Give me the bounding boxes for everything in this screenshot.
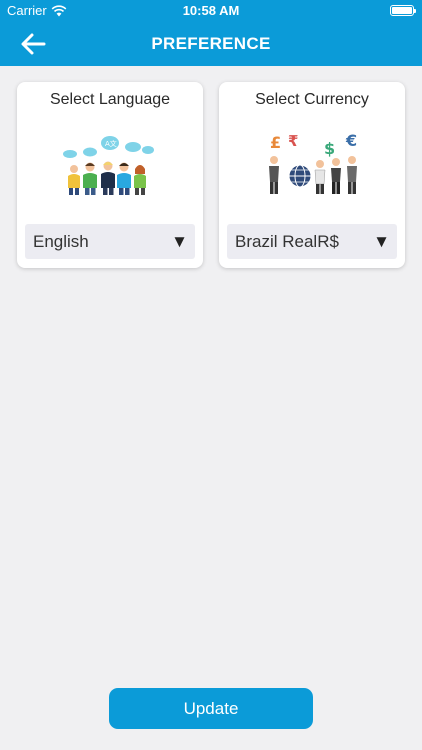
people-speaking-languages-illustration: A文 [63, 136, 154, 195]
status-bar: Carrier 10:58 AM [0, 0, 422, 22]
svg-text:€: € [345, 132, 357, 150]
currency-select-value: Brazil RealR$ [235, 232, 339, 251]
navbar: PREFERENCE [0, 22, 422, 66]
language-select[interactable]: English ▼ [25, 224, 195, 259]
caret-down-icon: ▼ [171, 232, 188, 251]
caret-down-icon: ▼ [373, 232, 390, 251]
language-select-value: English [33, 232, 89, 251]
svg-text:£: £ [270, 133, 281, 152]
currency-select[interactable]: Brazil RealR$ ▼ [227, 224, 397, 259]
currency-card-title: Select Currency [255, 91, 369, 108]
status-time: 10:58 AM [182, 3, 240, 18]
language-card: Select Language A文 English ▼ [17, 82, 203, 268]
currency-card: Select Currency £ ₹ $ € Brazil RealR$ ▼ [219, 82, 405, 268]
people-holding-currency-symbols-illustration: £ ₹ $ € [269, 132, 357, 194]
svg-text:A文: A文 [105, 139, 117, 148]
update-button[interactable]: Update [109, 688, 313, 729]
battery-icon [390, 5, 416, 16]
language-card-title: Select Language [49, 91, 171, 108]
svg-text:₹: ₹ [288, 132, 298, 150]
header-bar: Carrier 10:58 AM PREFERENCE [0, 0, 422, 66]
page-title: PREFERENCE [151, 34, 271, 53]
svg-text:$: $ [324, 139, 335, 158]
